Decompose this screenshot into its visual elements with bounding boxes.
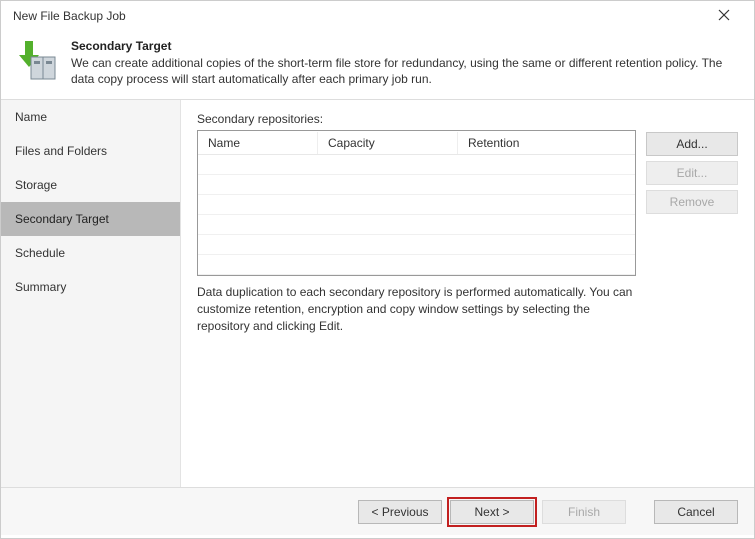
table-row	[198, 155, 635, 175]
sidebar-item-secondary-target[interactable]: Secondary Target	[1, 202, 180, 236]
header-title: Secondary Target	[71, 39, 740, 53]
side-buttons: Add... Edit... Remove	[646, 112, 738, 487]
column-name[interactable]: Name	[198, 132, 318, 154]
repositories-table[interactable]: Name Capacity Retention	[197, 130, 636, 276]
column-capacity[interactable]: Capacity	[318, 132, 458, 154]
main-panel: Secondary repositories: Name Capacity Re…	[181, 100, 754, 487]
header-description: We can create additional copies of the s…	[71, 55, 740, 87]
table-body	[198, 155, 635, 275]
wizard-body: Name Files and Folders Storage Secondary…	[1, 100, 754, 487]
add-button[interactable]: Add...	[646, 132, 738, 156]
remove-button: Remove	[646, 190, 738, 214]
column-retention[interactable]: Retention	[458, 132, 635, 154]
next-button[interactable]: Next >	[450, 500, 534, 524]
close-button[interactable]	[704, 2, 744, 30]
finish-button: Finish	[542, 500, 626, 524]
table-row	[198, 255, 635, 275]
sidebar-item-schedule[interactable]: Schedule	[1, 236, 180, 270]
previous-button[interactable]: < Previous	[358, 500, 442, 524]
close-icon	[718, 8, 730, 24]
wizard-sidebar: Name Files and Folders Storage Secondary…	[1, 100, 181, 487]
cancel-button[interactable]: Cancel	[654, 500, 738, 524]
window-title: New File Backup Job	[13, 9, 126, 23]
sidebar-item-summary[interactable]: Summary	[1, 270, 180, 304]
section-label: Secondary repositories:	[197, 112, 636, 126]
info-text: Data duplication to each secondary repos…	[197, 284, 636, 334]
header-text: Secondary Target We can create additiona…	[71, 39, 740, 87]
sidebar-item-name[interactable]: Name	[1, 100, 180, 134]
titlebar: New File Backup Job	[1, 1, 754, 31]
wizard-header: Secondary Target We can create additiona…	[1, 31, 754, 100]
sidebar-item-files-folders[interactable]: Files and Folders	[1, 134, 180, 168]
table-header: Name Capacity Retention	[198, 131, 635, 155]
sidebar-item-storage[interactable]: Storage	[1, 168, 180, 202]
wizard-footer: < Previous Next > Finish Cancel	[1, 487, 754, 535]
secondary-target-icon	[15, 39, 59, 83]
table-row	[198, 195, 635, 215]
table-row	[198, 215, 635, 235]
table-row	[198, 175, 635, 195]
main-left: Secondary repositories: Name Capacity Re…	[197, 112, 636, 487]
table-row	[198, 235, 635, 255]
edit-button: Edit...	[646, 161, 738, 185]
